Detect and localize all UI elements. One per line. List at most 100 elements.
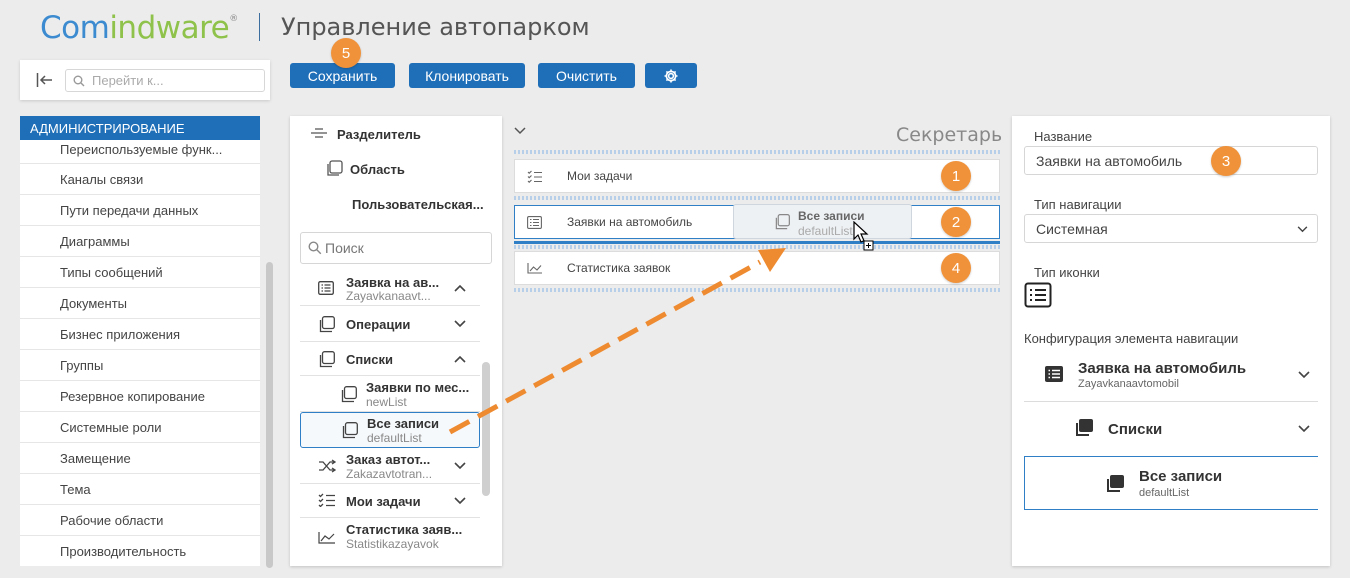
- step-badge-1: 1: [941, 161, 971, 191]
- drag-preview: Все записи defaultList: [733, 204, 912, 239]
- chevron-down-icon[interactable]: [454, 497, 466, 505]
- config-label: Конфигурация элемента навигации: [1024, 331, 1239, 346]
- step-badge-3: 3: [1211, 146, 1241, 176]
- nav-item[interactable]: Типы сообщений: [20, 257, 260, 288]
- nav-item[interactable]: Бизнес приложения: [20, 319, 260, 350]
- nav-item[interactable]: Резервное копирование: [20, 381, 260, 412]
- app-title: Управление автопарком: [281, 13, 590, 41]
- tree-node-subtitle: Statistikazayavok: [346, 537, 439, 551]
- chevron-down-icon[interactable]: [1298, 425, 1310, 433]
- toolbox-area[interactable]: Область: [290, 158, 502, 180]
- area-icon: [327, 160, 343, 176]
- properties-panel: Название Заявки на автомобиль Тип навига…: [1012, 116, 1330, 566]
- config-item-subtitle: Zayavkanaavtomobil: [1078, 378, 1179, 390]
- config-lists-title: Списки: [1108, 421, 1163, 438]
- tree-node-subtitle: Zakazavtotran...: [346, 467, 433, 481]
- copy-icon: [319, 351, 335, 368]
- step-badge-2: 2: [941, 207, 971, 237]
- name-value: Заявки на автомобиль: [1036, 152, 1183, 169]
- settings-button[interactable]: [645, 63, 697, 88]
- clone-button[interactable]: Клонировать: [409, 63, 525, 88]
- workspace-row-label: Мои задачи: [567, 169, 633, 183]
- config-item-all-records[interactable]: Все записи defaultList: [1024, 456, 1318, 510]
- nav-type-label: Тип навигации: [1034, 197, 1122, 212]
- tree-node-statistics[interactable]: Статистика заяв... Statistikazayavok: [300, 518, 480, 554]
- name-input[interactable]: Заявки на автомобиль: [1024, 146, 1318, 175]
- step-badge-5: 5: [331, 38, 361, 68]
- toolbox-search-placeholder: Поиск: [325, 240, 364, 256]
- tree-node-car-order[interactable]: Заказ автот... Zakazavtotran...: [300, 448, 480, 484]
- tree-node-subtitle: newList: [366, 395, 407, 409]
- nav-search-bar: Перейти к...: [20, 60, 270, 100]
- nav-item[interactable]: Замещение: [20, 443, 260, 474]
- nav-item[interactable]: Системные роли: [20, 412, 260, 443]
- list-icon: [527, 216, 542, 229]
- workspace-row-my-tasks[interactable]: Мои задачи: [514, 159, 1000, 193]
- nav-item[interactable]: Рабочие области: [20, 505, 260, 536]
- nav-item[interactable]: Переиспользуемые функ...: [20, 135, 260, 164]
- name-label: Название: [1034, 129, 1093, 144]
- chevron-down-icon[interactable]: [454, 462, 466, 470]
- checklist-icon: [318, 493, 335, 507]
- nav-type-value: Системная: [1036, 220, 1108, 237]
- list-icon: [1045, 366, 1063, 382]
- nav-search-placeholder: Перейти к...: [92, 73, 164, 88]
- copy-icon: [1076, 419, 1093, 436]
- area-label: Область: [350, 161, 405, 177]
- copy-icon: [341, 386, 357, 403]
- custom-label: Пользовательская...: [352, 196, 484, 212]
- drag-cursor-icon: [853, 221, 874, 251]
- drop-zone-divider: [514, 150, 1000, 154]
- comindware-logo: Comindware®: [40, 10, 238, 46]
- nav-type-select[interactable]: Системная: [1024, 214, 1318, 243]
- icon-type-label: Тип иконки: [1034, 265, 1100, 280]
- tree-node-title: Операции: [346, 317, 411, 332]
- separator-label: Разделитель: [337, 126, 421, 142]
- copy-icon: [1107, 475, 1124, 492]
- nav-item[interactable]: Тема: [20, 474, 260, 505]
- chevron-down-icon: [1297, 226, 1308, 233]
- nav-item[interactable]: Документы: [20, 288, 260, 319]
- shuffle-icon: [319, 459, 336, 473]
- tree-node-title: Списки: [346, 352, 393, 367]
- checklist-icon: [527, 170, 542, 183]
- config-item-lists[interactable]: Списки: [1024, 402, 1318, 452]
- chevron-down-icon[interactable]: [514, 127, 526, 135]
- copy-icon: [319, 316, 335, 333]
- list-icon[interactable]: [1024, 282, 1052, 308]
- chevron-down-icon[interactable]: [1298, 371, 1310, 379]
- config-item-request[interactable]: Заявка на автомобиль Zayavkanaavtomobil: [1024, 352, 1318, 402]
- nav-search-input[interactable]: Перейти к...: [65, 69, 265, 92]
- tree-node-subtitle: Zayavkanaavt...: [346, 289, 431, 303]
- clear-button[interactable]: Очистить: [538, 63, 635, 88]
- config-item-title: Заявка на автомобиль: [1078, 360, 1247, 377]
- step-badge-4: 4: [941, 253, 971, 283]
- copy-icon: [342, 422, 358, 439]
- group-title: Секретарь: [896, 124, 1003, 146]
- gear-icon: [664, 69, 678, 82]
- collapse-sidebar-icon[interactable]: [36, 72, 54, 88]
- toolbox-custom[interactable]: Пользовательская...: [290, 194, 502, 214]
- workspace-row-label: Заявки на автомобиль: [567, 215, 693, 229]
- nav-item[interactable]: Диаграммы: [20, 226, 260, 257]
- nav-scrollbar[interactable]: [266, 262, 273, 568]
- tree-node-title: Заявка на ав...: [346, 275, 440, 290]
- search-icon: [73, 75, 85, 87]
- list-icon: [318, 281, 334, 295]
- nav-item[interactable]: Производительность: [20, 536, 260, 566]
- tree-node-subtitle: defaultList: [367, 431, 422, 445]
- config-selected-subtitle: defaultList: [1139, 487, 1190, 499]
- toolbox-separator[interactable]: Разделитель: [290, 124, 502, 144]
- tree-node-my-tasks[interactable]: Мои задачи: [300, 484, 480, 518]
- admin-nav-list: АДМИНИСТРИРОВАНИЕ Переиспользуемые функ.…: [20, 116, 260, 566]
- separator-icon: [311, 128, 327, 138]
- nav-item[interactable]: Каналы связи: [20, 164, 260, 195]
- tree-node-title: Мои задачи: [346, 494, 421, 509]
- tree-node-title: Все записи: [367, 416, 440, 431]
- nav-item[interactable]: Пути передачи данных: [20, 195, 260, 226]
- nav-item[interactable]: Группы: [20, 350, 260, 381]
- tree-node-title: Заказ автот...: [346, 452, 431, 467]
- tree-node-title: Статистика заяв...: [346, 522, 463, 537]
- copy-icon: [775, 214, 790, 230]
- search-icon: [308, 241, 322, 255]
